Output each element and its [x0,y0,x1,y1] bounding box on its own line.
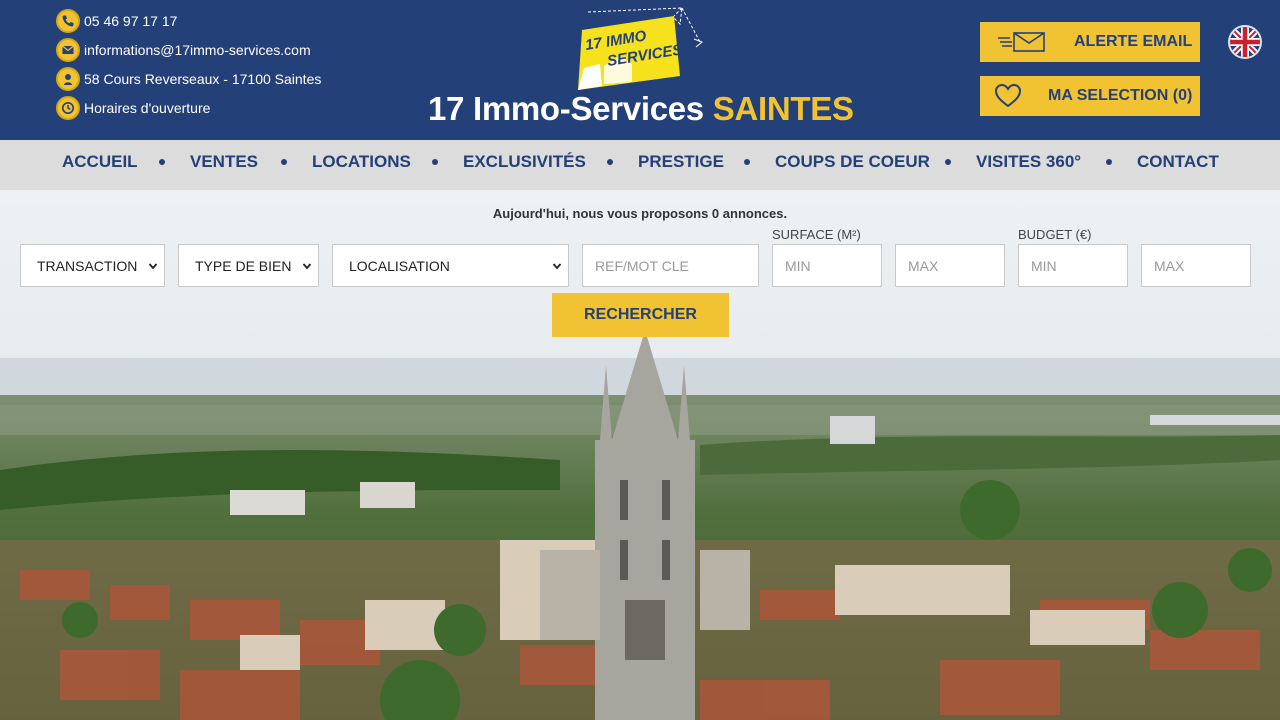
budget-min-input[interactable]: MIN [1018,244,1128,287]
property-search-form: Aujourd'hui, nous vous proposons 0 annon… [0,190,1280,350]
nav-item-coups-de-coeur[interactable]: COUPS DE COEUR [775,140,930,190]
alert-email-label: ALERTE EMAIL [1074,33,1193,50]
phone-icon [56,9,80,33]
surface-min-input[interactable]: MIN [772,244,882,287]
nav-separator [159,159,165,165]
property-type-select[interactable]: TYPE DE BIEN [178,244,319,287]
surface-max-placeholder: MAX [908,257,939,274]
nav-separator [432,159,438,165]
phone-contact[interactable]: 05 46 97 17 17 [56,9,177,33]
envelope-icon [56,38,80,62]
site-title-city: SAINTES [712,90,854,127]
map-pin-icon [56,67,80,91]
nav-item-locations[interactable]: LOCATIONS [312,140,411,190]
transaction-select[interactable]: TRANSACTION [20,244,165,287]
email-address[interactable]: informations@17immo-services.com [84,42,311,58]
heart-icon [994,83,1022,108]
nav-item-visites-360[interactable]: VISITES 360° [976,140,1081,190]
chevron-down-icon [552,263,562,270]
budget-max-placeholder: MAX [1154,257,1185,274]
budget-label: BUDGET (€) [1018,227,1092,242]
budget-min-placeholder: MIN [1031,257,1057,274]
my-selection-label: MA SELECTION (0) [1048,87,1193,104]
reference-keyword-placeholder: REF/MOT CLE [595,257,689,274]
alert-email-button[interactable]: ALERTE EMAIL [980,22,1200,62]
phone-number[interactable]: 05 46 97 17 17 [84,13,177,29]
nav-item-prestige[interactable]: PRESTIGE [638,140,724,190]
nav-separator [1106,159,1112,165]
brand-logo[interactable]: 17 IMMO SERVICES [570,6,710,94]
nav-item-accueil[interactable]: ACCUEIL [62,140,138,190]
surface-label: SURFACE (M²) [772,227,861,242]
nav-item-contact[interactable]: CONTACT [1137,140,1219,190]
nav-item-exclusivites[interactable]: EXCLUSIVITÉS [463,140,586,190]
property-type-select-value: TYPE DE BIEN [195,257,292,274]
surface-min-placeholder: MIN [785,257,811,274]
main-navigation: ACCUEIL VENTES LOCATIONS EXCLUSIVITÉS PR… [0,140,1280,190]
transaction-select-value: TRANSACTION [37,257,138,274]
address-contact: 58 Cours Reverseaux - 17100 Saintes [56,67,321,91]
location-select-value: LOCALISATION [349,257,450,274]
email-alert-icon [998,32,1045,52]
site-title-main: 17 Immo-Services [428,90,704,127]
nav-separator [281,159,287,165]
reference-keyword-input[interactable]: REF/MOT CLE [582,244,759,287]
chevron-down-icon [302,263,312,270]
site-title: 17 Immo-Services SAINTES [428,90,868,128]
address-text: 58 Cours Reverseaux - 17100 Saintes [84,71,322,87]
email-contact[interactable]: informations@17immo-services.com [56,38,311,62]
uk-flag-icon[interactable] [1228,25,1262,59]
nav-separator [945,159,951,165]
search-submit-button[interactable]: RECHERCHER [552,293,729,337]
chevron-down-icon [148,263,158,270]
location-select[interactable]: LOCALISATION [332,244,569,287]
budget-max-input[interactable]: MAX [1141,244,1251,287]
nav-separator [744,159,750,165]
listings-count-text: Aujourd'hui, nous vous proposons 0 annon… [492,206,788,221]
my-selection-button[interactable]: MA SELECTION (0) [980,76,1200,116]
surface-max-input[interactable]: MAX [895,244,1005,287]
nav-item-ventes[interactable]: VENTES [190,140,258,190]
nav-separator [607,159,613,165]
opening-hours[interactable]: Horaires d'ouverture [56,96,210,120]
site-header: 05 46 97 17 17 informations@17immo-servi… [0,0,1280,140]
clock-icon [56,96,80,120]
opening-hours-link[interactable]: Horaires d'ouverture [84,100,210,116]
